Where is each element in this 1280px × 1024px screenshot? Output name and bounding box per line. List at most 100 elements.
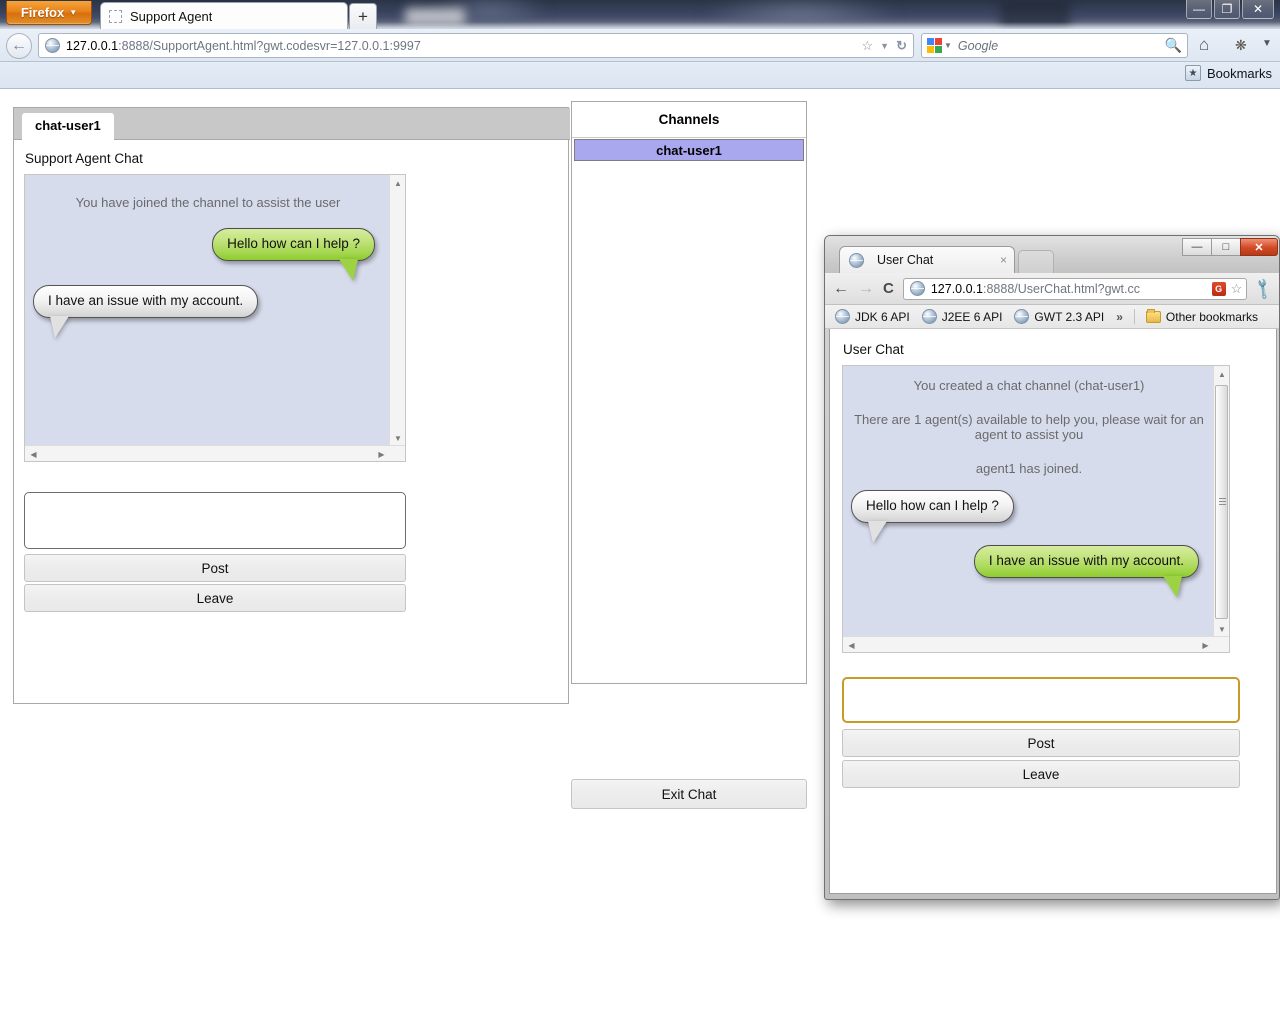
address-bar-icons: ☆ ▼ ↻ <box>862 38 907 54</box>
chrome-address-bar[interactable]: 127.0.0.1:8888/UserChat.html?gwt.cc G ☆ <box>902 277 1248 300</box>
user-leave-label: Leave <box>1022 766 1060 782</box>
bookmark-label: JDK 6 API <box>855 309 910 324</box>
maximize-button[interactable]: ❐ <box>1214 0 1240 19</box>
bubble-tail-icon <box>339 258 358 281</box>
scroll-left-icon[interactable]: ◀ <box>843 637 860 652</box>
translate-icon[interactable]: G <box>1211 281 1226 296</box>
chrome-window-controls: — □ ✕ <box>1182 238 1278 256</box>
scroll-right-icon[interactable]: ▶ <box>373 446 390 461</box>
chevron-down-icon[interactable]: ▼ <box>1262 38 1272 49</box>
search-box[interactable]: ▼ Google 🔍 <box>921 33 1188 58</box>
bookmark-star-icon[interactable]: ☆ <box>862 38 874 54</box>
agent-leave-button[interactable]: Leave <box>24 584 406 612</box>
scroll-right-icon[interactable]: ▶ <box>1197 637 1214 652</box>
back-button[interactable]: ← <box>6 33 32 59</box>
close-button[interactable]: ✕ <box>1242 0 1274 19</box>
tab-title: Support Agent <box>130 8 213 24</box>
browser-tab-user-chat[interactable]: User Chat × <box>839 246 1015 273</box>
tab-title: User Chat <box>877 253 934 267</box>
plus-icon: + <box>358 7 368 26</box>
agent-chat-caption: Support Agent Chat <box>25 151 143 166</box>
agent-tab-panel: chat-user1 Support Agent Chat You have j… <box>13 107 570 704</box>
address-bar[interactable]: 127.0.0.1:8888/SupportAgent.html?gwt.cod… <box>38 33 914 58</box>
agent-post-button[interactable]: Post <box>24 554 406 582</box>
chat-bubble-text: I have an issue with my account. <box>48 292 244 308</box>
new-tab-button[interactable]: + <box>349 3 377 29</box>
close-icon: ✕ <box>1252 2 1264 16</box>
scroll-up-icon[interactable]: ▲ <box>390 175 405 192</box>
message-row: I have an issue with my account. <box>843 523 1215 598</box>
channel-list-item[interactable]: chat-user1 <box>574 139 804 161</box>
globe-icon <box>849 252 864 268</box>
globe-icon <box>45 38 60 53</box>
scroll-left-icon[interactable]: ◀ <box>25 446 42 461</box>
chat-bubble-agent: Hello how can I help ? <box>212 228 375 281</box>
bookmark-jdk6[interactable]: JDK 6 API <box>831 308 914 325</box>
minimize-button[interactable]: — <box>1186 0 1212 19</box>
bookmark-star-icon[interactable]: ☆ <box>1231 281 1243 297</box>
globe-icon <box>921 309 937 324</box>
new-tab-button[interactable] <box>1018 250 1054 273</box>
wrench-menu-icon[interactable]: 🔧 <box>1251 276 1277 302</box>
chat-bubble-agent: Hello how can I help ? <box>851 490 1014 543</box>
system-message: agent1 has joined. <box>975 461 1083 476</box>
scroll-up-icon[interactable]: ▲ <box>1214 366 1229 383</box>
exit-chat-button[interactable]: Exit Chat <box>571 779 807 809</box>
address-bar-url: 127.0.0.1:8888/SupportAgent.html?gwt.cod… <box>66 38 421 53</box>
agent-message-input[interactable] <box>24 492 406 549</box>
close-tab-icon[interactable]: × <box>1000 253 1007 267</box>
chrome-window: — □ ✕ User Chat × ← → C 127.0.0.1:8888/U… <box>824 235 1280 900</box>
user-chat-caption: User Chat <box>843 342 904 357</box>
minimize-icon: — <box>1193 2 1205 16</box>
scrollbar-grip-icon <box>1219 498 1226 506</box>
home-icon[interactable]: ⌂ <box>1199 35 1209 55</box>
firefox-menu-button[interactable]: Firefox ▼ <box>6 1 92 25</box>
bookmarks-overflow-icon[interactable]: » <box>1116 310 1123 324</box>
maximize-button[interactable]: □ <box>1211 238 1241 256</box>
chat-bubble-text: I have an issue with my account. <box>988 552 1184 568</box>
chevron-down-icon[interactable]: ▼ <box>880 41 889 51</box>
bubble-tail-icon <box>1163 575 1182 598</box>
bookmark-gwt23[interactable]: GWT 2.3 API <box>1010 308 1108 325</box>
bookmarks-menu-button[interactable]: ★ Bookmarks <box>1184 65 1272 81</box>
system-message: There are 1 agent(s) available to help y… <box>854 412 1204 442</box>
system-message: You created a chat channel (chat-user1) <box>913 378 1145 393</box>
chrome-bookmarks-bar: JDK 6 API J2EE 6 API GWT 2.3 API » Other… <box>825 305 1279 329</box>
tab-chat-user1[interactable]: chat-user1 <box>22 113 114 140</box>
folder-icon <box>1145 308 1161 323</box>
search-icon[interactable]: 🔍 <box>1165 37 1182 54</box>
user-leave-button[interactable]: Leave <box>842 760 1240 788</box>
user-message-input[interactable] <box>842 677 1240 723</box>
globe-icon <box>835 309 850 324</box>
addon-icon[interactable]: ❋ <box>1235 37 1247 54</box>
channel-label: chat-user1 <box>656 142 722 158</box>
user-post-button[interactable]: Post <box>842 729 1240 757</box>
chat-bubble-text: Hello how can I help ? <box>866 498 999 513</box>
chevron-down-icon[interactable]: ▼ <box>944 41 952 50</box>
horizontal-scrollbar[interactable]: ◀ ▶ <box>25 445 405 461</box>
forward-icon[interactable]: → <box>858 280 874 298</box>
agent-leave-label: Leave <box>196 590 234 606</box>
horizontal-scrollbar[interactable]: ◀ ▶ <box>843 636 1229 652</box>
bookmarks-label: Bookmarks <box>1206 65 1272 81</box>
reload-icon[interactable]: C <box>883 280 894 297</box>
globe-icon <box>1014 309 1030 324</box>
bookmark-label: GWT 2.3 API <box>1034 309 1105 324</box>
agent-tab-body: Support Agent Chat You have joined the c… <box>14 140 568 703</box>
firefox-menu-label: Firefox <box>20 5 65 20</box>
search-input[interactable]: Google <box>958 39 1165 53</box>
vertical-scrollbar[interactable]: ▲ ▼ <box>1213 366 1229 638</box>
browser-tab-support-agent[interactable]: Support Agent <box>100 2 348 29</box>
minimize-button[interactable]: — <box>1182 238 1212 256</box>
back-icon[interactable]: ← <box>833 280 849 298</box>
other-bookmarks-folder[interactable]: Other bookmarks <box>1142 308 1262 325</box>
other-bookmarks-label: Other bookmarks <box>1165 309 1258 324</box>
chrome-address-url: 127.0.0.1:8888/UserChat.html?gwt.cc <box>930 281 1140 296</box>
reload-icon[interactable]: ↻ <box>896 38 907 54</box>
maximize-icon: ❐ <box>1221 2 1233 16</box>
exit-chat-label: Exit Chat <box>661 786 717 802</box>
vertical-scrollbar[interactable]: ▲ ▼ <box>389 175 405 447</box>
scrollbar-thumb[interactable] <box>1215 385 1228 619</box>
close-button[interactable]: ✕ <box>1240 238 1278 256</box>
bookmark-j2ee6[interactable]: J2EE 6 API <box>918 308 1007 325</box>
